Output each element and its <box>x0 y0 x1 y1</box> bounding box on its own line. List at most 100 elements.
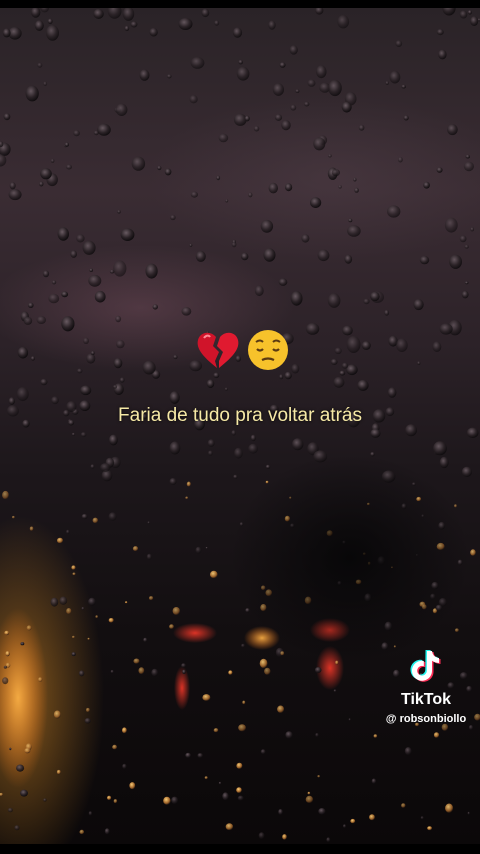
raindrop <box>464 244 469 249</box>
raindrop <box>342 325 353 336</box>
raindrop <box>279 374 284 380</box>
raindrop <box>81 513 88 520</box>
raindrop <box>95 615 98 619</box>
raindrop <box>185 752 191 758</box>
raindrop <box>181 307 192 316</box>
raindrop <box>310 197 322 209</box>
raindrop <box>445 803 454 813</box>
raindrop <box>178 18 193 30</box>
raindrop <box>109 434 118 446</box>
raindrop <box>48 293 60 304</box>
raindrop <box>201 8 210 18</box>
raindrop <box>225 199 229 203</box>
raindrop <box>47 18 53 25</box>
raindrop <box>258 832 265 839</box>
raindrop <box>133 658 140 664</box>
raindrop <box>164 168 172 176</box>
raindrop <box>423 181 430 189</box>
raindrop <box>163 796 171 805</box>
raindrop <box>20 642 25 646</box>
raindrop <box>71 652 76 657</box>
raindrop <box>348 718 351 721</box>
raindrop <box>459 10 468 19</box>
raindrop <box>84 718 91 724</box>
raindrop <box>53 710 61 719</box>
raindrop <box>401 84 406 89</box>
raindrop <box>290 104 297 111</box>
raindrop <box>0 154 7 167</box>
raindrop <box>307 79 316 87</box>
raindrop <box>403 115 409 121</box>
raindrop <box>348 218 353 223</box>
raindrop <box>30 356 35 361</box>
raindrop <box>373 734 378 738</box>
raindrop <box>107 8 122 19</box>
raindrop <box>23 316 33 325</box>
raindrop <box>328 79 342 97</box>
raindrop <box>295 89 300 93</box>
raindrop <box>107 795 112 801</box>
raindrop <box>195 250 206 262</box>
raindrop <box>470 16 479 26</box>
raindrop <box>170 214 176 221</box>
raindrop <box>439 323 453 335</box>
raindrop <box>225 823 234 831</box>
raindrop <box>334 347 342 355</box>
raindrop <box>463 161 474 172</box>
pensive-face-icon <box>248 330 288 370</box>
raindrop <box>344 254 353 264</box>
raindrop <box>73 130 80 137</box>
broken-heart-icon <box>197 332 239 368</box>
raindrop <box>317 775 321 778</box>
raindrop <box>464 281 469 285</box>
raindrop <box>206 379 215 389</box>
raindrop <box>330 358 338 365</box>
raindrop <box>419 255 430 265</box>
raindrop <box>66 164 72 170</box>
raindrop <box>9 747 12 751</box>
raindrop <box>350 818 356 824</box>
raindrop <box>104 828 110 835</box>
raindrop <box>90 350 95 356</box>
raindrop <box>169 391 180 404</box>
caption-container: Faria de tudo pra voltar atrás <box>0 405 480 427</box>
raindrop <box>25 85 39 102</box>
tiktok-watermark: TikTok @ robsonbiollo <box>376 648 476 725</box>
raindrop <box>337 15 350 29</box>
raindrop <box>242 700 246 705</box>
raindrop <box>83 337 89 344</box>
raindrop <box>151 668 159 677</box>
raindrop <box>347 225 361 237</box>
raindrop <box>149 596 154 601</box>
raindrop <box>248 192 253 198</box>
raindrop <box>218 133 229 143</box>
raindrop <box>12 515 15 519</box>
raindrop <box>119 377 125 383</box>
raindrop <box>436 167 443 173</box>
raindrop <box>396 338 408 353</box>
raindrop <box>16 764 25 772</box>
raindrop <box>317 249 330 262</box>
raindrop <box>24 748 31 754</box>
raindrop <box>43 81 48 87</box>
raindrop <box>222 792 229 801</box>
raindrop <box>231 241 237 248</box>
raindrop <box>66 529 70 535</box>
raindrop <box>307 791 311 795</box>
raindrop <box>131 156 146 171</box>
raindrop <box>466 427 479 438</box>
raindrop <box>285 731 293 739</box>
raindrop <box>387 205 401 218</box>
raindrop <box>442 8 456 16</box>
raindrop <box>371 778 377 784</box>
raindrop <box>93 130 99 136</box>
raindrop <box>278 278 288 286</box>
raindrop <box>125 601 128 604</box>
raindrop <box>38 677 43 682</box>
raindrop <box>29 526 34 531</box>
raindrop <box>147 521 150 524</box>
raindrop <box>438 49 447 60</box>
raindrop <box>238 724 247 732</box>
raindrop <box>64 142 69 147</box>
raindrop <box>346 336 361 353</box>
